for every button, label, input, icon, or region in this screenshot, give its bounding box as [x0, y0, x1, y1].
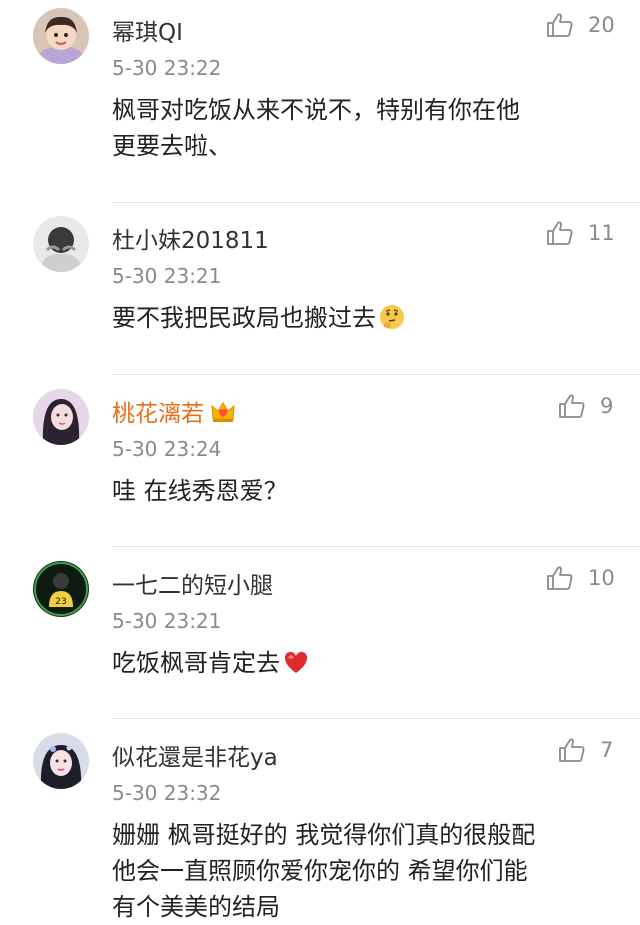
divider — [112, 202, 640, 203]
divider — [112, 718, 640, 719]
timestamp: 5-30 23:21 — [112, 609, 222, 633]
comment-line-text: 吃饭枫哥肯定去 — [112, 649, 280, 677]
username[interactable]: 似花還是非花ya — [112, 738, 278, 772]
thumbs-up-icon — [559, 394, 585, 418]
timestamp: 5-30 23:32 — [112, 781, 222, 805]
comment-text: 要不我把民政局也搬过去 — [112, 300, 632, 336]
username[interactable]: 一七二的短小腿 — [112, 566, 273, 600]
like-button[interactable]: 11 — [546, 220, 615, 246]
comment-line: 枫哥对吃饭从来不说不，特别有你在他 — [112, 96, 520, 124]
like-button[interactable]: 9 — [558, 393, 613, 419]
thumbs-up-icon — [547, 221, 573, 245]
timestamp: 5-30 23:24 — [112, 437, 222, 461]
crown-vip-icon — [211, 402, 235, 422]
divider — [112, 374, 640, 375]
comment-text: 哇 在线秀恩爱？ — [112, 473, 632, 509]
avatar[interactable] — [33, 733, 89, 789]
username[interactable]: 杜小妹201811 — [112, 221, 269, 255]
timestamp: 5-30 23:22 — [112, 56, 222, 80]
like-count: 10 — [588, 566, 615, 590]
comment-text: 枫哥对吃饭从来不说不，特别有你在他 更要去啦、 — [112, 92, 632, 164]
like-count: 7 — [600, 738, 614, 762]
username[interactable]: 幂琪QI — [112, 13, 183, 47]
avatar[interactable] — [33, 8, 89, 64]
comment-line: 要不我把民政局也搬过去 — [112, 300, 632, 336]
avatar[interactable] — [33, 389, 89, 445]
avatar[interactable]: 23 — [33, 561, 89, 617]
divider — [112, 546, 640, 547]
thumbs-up-icon — [547, 566, 573, 590]
comment-line: 他会一直照顾你爱你宠你的 希望你们能 — [112, 857, 528, 885]
like-count: 20 — [588, 13, 615, 37]
avatar[interactable] — [33, 216, 89, 272]
svg-text:23: 23 — [55, 597, 66, 607]
comment-line: 有个美美的结局 — [112, 893, 280, 921]
like-button[interactable]: 20 — [546, 12, 615, 38]
thumbs-up-icon — [547, 13, 573, 37]
like-count: 11 — [588, 221, 615, 245]
username-text[interactable]: 桃花漓若 — [112, 401, 204, 427]
like-button[interactable]: 7 — [558, 737, 613, 763]
comment-text: 吃饭枫哥肯定去 — [112, 645, 632, 681]
comment-line: 哇 在线秀恩爱？ — [112, 477, 288, 505]
like-button[interactable]: 10 — [546, 565, 615, 591]
red-heart-emoji-icon — [285, 652, 307, 673]
thinking-face-emoji-icon — [380, 305, 404, 329]
comment-line: 吃饭枫哥肯定去 — [112, 645, 632, 681]
comment-line-text: 要不我把民政局也搬过去 — [112, 304, 376, 332]
username[interactable]: 桃花漓若 — [112, 394, 236, 428]
comment-line: 姗姗 枫哥挺好的 我觉得你们真的很般配 — [112, 821, 536, 849]
like-count: 9 — [600, 394, 614, 418]
comment-text: 姗姗 枫哥挺好的 我觉得你们真的很般配 他会一直照顾你爱你宠你的 希望你们能 有… — [112, 817, 632, 925]
timestamp: 5-30 23:21 — [112, 264, 222, 288]
comment-line: 更要去啦、 — [112, 132, 232, 160]
thumbs-up-icon — [559, 738, 585, 762]
